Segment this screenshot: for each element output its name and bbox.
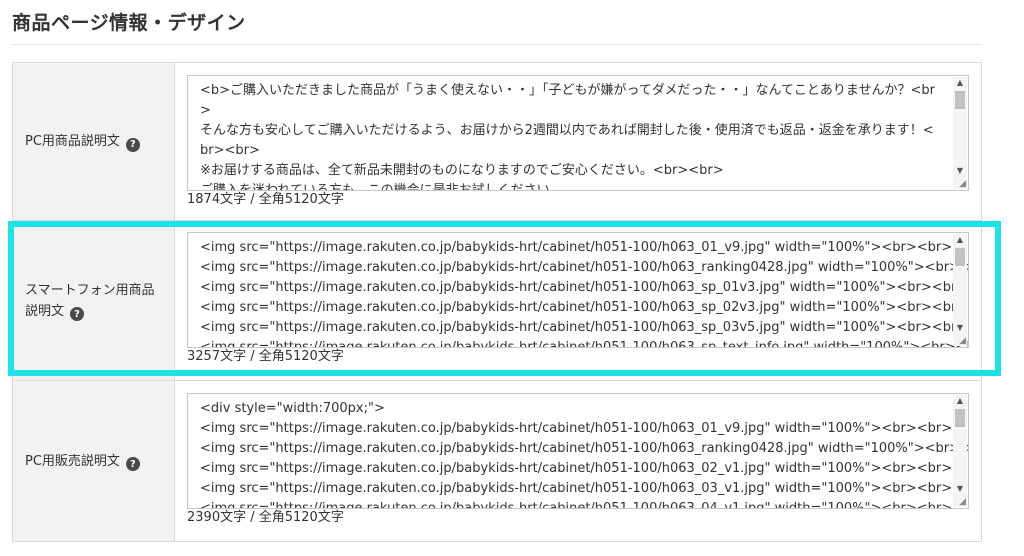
scroll-up-arrow-icon[interactable]: ▲: [953, 77, 967, 89]
scroll-thumb[interactable]: [955, 248, 965, 266]
help-icon[interactable]: ?: [70, 307, 85, 321]
scroll-down-arrow-icon[interactable]: ▼: [953, 483, 967, 495]
row-body-cell: <div style="width:700px;"> <img src="htt…: [175, 381, 981, 541]
scroll-down-arrow-icon[interactable]: ▼: [953, 322, 967, 334]
pc-sales-description-label: PC用販売説明文: [25, 453, 120, 469]
textarea-text: <img src="https://image.rakuten.co.jp/ba…: [200, 240, 968, 347]
row-label-cell: PC用商品説明文?: [13, 63, 175, 220]
textarea-scrollbar[interactable]: ▲ ▼: [953, 77, 967, 189]
scroll-down-arrow-icon[interactable]: ▼: [953, 165, 967, 177]
pc-sales-description-textarea[interactable]: <div style="width:700px;"> <img src="htt…: [187, 393, 969, 509]
row-body-cell: <img src="https://image.rakuten.co.jp/ba…: [175, 221, 981, 380]
textarea-text: <div style="width:700px;"> <img src="htt…: [200, 401, 968, 508]
smartphone-description-label: スマートフォン用商品説明文: [25, 282, 155, 319]
pc-description-label: PC用商品説明文: [25, 134, 120, 149]
textarea-text: <b>ご購入いただきました商品が「うまく使えない・・」「子どもが嫌がってダメだっ…: [200, 83, 935, 190]
pc-sales-description-row: PC用販売説明文? <div style="width:700px;"> <im…: [13, 381, 981, 541]
smartphone-description-textarea[interactable]: <img src="https://image.rakuten.co.jp/ba…: [187, 232, 969, 348]
row-body-cell: <b>ご購入いただきました商品が「うまく使えない・・」「子どもが嫌がってダメだっ…: [175, 63, 981, 220]
resize-grip-icon[interactable]: ◢: [956, 497, 966, 507]
row-label-cell: スマートフォン用商品説明文?: [13, 221, 175, 380]
character-count: 2390文字 / 全角5120文字: [187, 510, 344, 525]
resize-grip-icon[interactable]: ◢: [956, 179, 966, 189]
textarea-scrollbar[interactable]: ▲ ▼: [953, 234, 967, 346]
row-label-cell: PC用販売説明文?: [13, 381, 175, 541]
scroll-thumb[interactable]: [955, 409, 965, 427]
section-title: 商品ページ情報・デザイン: [12, 12, 246, 34]
scroll-up-arrow-icon[interactable]: ▲: [953, 234, 967, 246]
help-icon[interactable]: ?: [125, 137, 140, 152]
textarea-scrollbar[interactable]: ▲ ▼: [953, 395, 967, 507]
product-description-form: PC用商品説明文? <b>ご購入いただきました商品が「うまく使えない・・」「子ど…: [12, 62, 982, 542]
smartphone-description-row: スマートフォン用商品説明文? <img src="https://image.r…: [13, 221, 981, 381]
help-icon[interactable]: ?: [125, 457, 140, 471]
resize-grip-icon[interactable]: ◢: [956, 336, 966, 346]
character-count: 1874文字 / 全角5120文字: [187, 192, 344, 207]
pc-description-textarea[interactable]: <b>ご購入いただきました商品が「うまく使えない・・」「子どもが嫌がってダメだっ…: [187, 75, 969, 191]
title-divider: [12, 44, 982, 45]
scroll-thumb[interactable]: [955, 91, 965, 109]
scroll-up-arrow-icon[interactable]: ▲: [953, 395, 967, 407]
character-count: 3257文字 / 全角5120文字: [187, 349, 344, 364]
pc-description-row: PC用商品説明文? <b>ご購入いただきました商品が「うまく使えない・・」「子ど…: [13, 63, 981, 221]
